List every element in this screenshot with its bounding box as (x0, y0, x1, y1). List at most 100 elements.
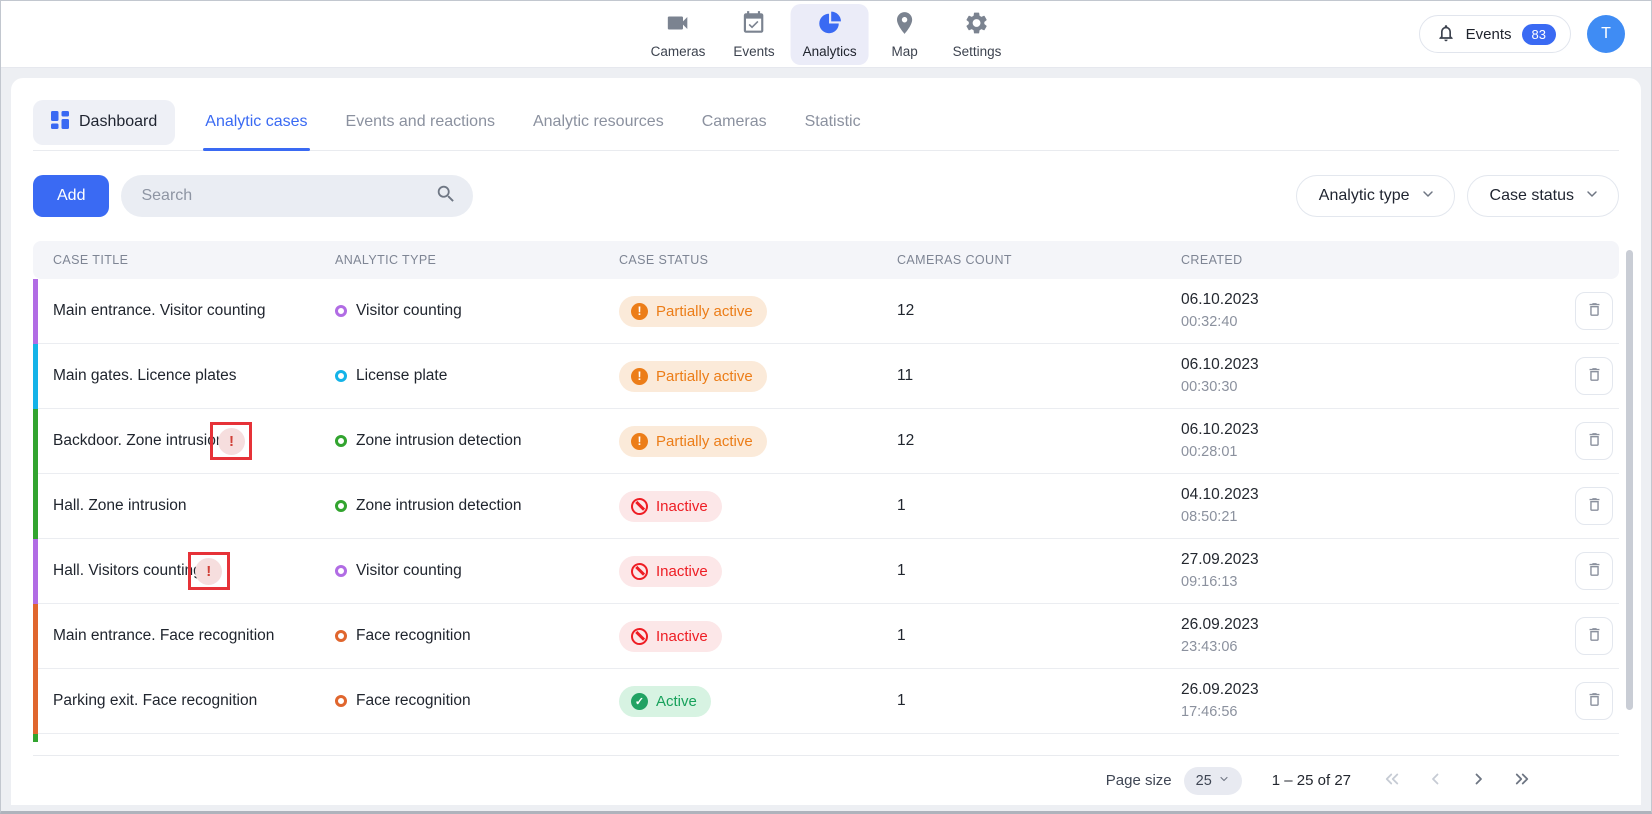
delete-case-button[interactable] (1575, 357, 1613, 395)
row-color-bar (33, 669, 38, 734)
row-color-bar (33, 539, 38, 604)
created-date: 26.09.2023 (1181, 679, 1549, 701)
row-color-bar (33, 474, 38, 539)
status-icon (631, 563, 648, 580)
analytic-type-label: Visitor counting (356, 562, 462, 580)
vertical-scrollbar-thumb[interactable] (1626, 250, 1633, 710)
status-label: Inactive (656, 563, 708, 580)
tabs-row: Dashboard Analytic cases Events and reac… (33, 78, 1619, 150)
tab-analytic-resources[interactable]: Analytic resources (533, 113, 664, 131)
nav-item-map[interactable]: Map (873, 4, 937, 65)
nav-item-events[interactable]: Events (721, 4, 786, 65)
main-nav: Cameras Events Analytics Map (639, 1, 1014, 67)
status-icon (631, 693, 648, 710)
status-label: Partially active (656, 433, 753, 450)
analytic-type-dot (335, 565, 347, 577)
table-row[interactable]: Parking exit. Face recognition Face reco… (33, 669, 1619, 734)
status-label: Partially active (656, 368, 753, 385)
analytic-type-dot (335, 695, 347, 707)
table-row[interactable]: Hall. Zone intrusion Zone intrusion dete… (33, 474, 1619, 539)
error-annotation-box: ! (210, 422, 252, 460)
pagination-footer: Page size 25 1 – 25 of 27 (33, 755, 1619, 805)
pagination-range: 1 – 25 of 27 (1272, 772, 1351, 789)
dashboard-label: Dashboard (79, 113, 157, 131)
created-time: 17:46:56 (1181, 702, 1549, 723)
add-button[interactable]: Add (33, 175, 109, 217)
case-status-filter[interactable]: Case status (1467, 175, 1619, 217)
analytic-type-label: Zone intrusion detection (356, 497, 521, 515)
nav-item-settings[interactable]: Settings (941, 4, 1014, 65)
table-header: CASE TITLE ANALYTIC TYPE CASE STATUS CAM… (33, 241, 1619, 279)
cameras-count: 1 (897, 627, 1181, 645)
trash-icon (1586, 691, 1603, 711)
case-title: Main entrance. Face recognition (53, 627, 274, 645)
filter-label: Analytic type (1319, 187, 1410, 205)
status-label: Partially active (656, 303, 753, 320)
search-input[interactable] (141, 187, 435, 205)
analytic-type-dot (335, 435, 347, 447)
nav-item-analytics[interactable]: Analytics (791, 4, 869, 65)
page-size-select[interactable]: 25 (1184, 767, 1242, 795)
case-title: Main gates. Licence plates (53, 367, 237, 385)
status-badge: Inactive (619, 621, 722, 652)
status-icon (631, 433, 648, 450)
table-body: Main entrance. Visitor counting Visitor … (33, 279, 1619, 734)
case-title: Hall. Visitors counting (53, 562, 202, 580)
status-badge: Active (619, 686, 711, 717)
analytic-type-label: Face recognition (356, 627, 471, 645)
analytic-type-filter[interactable]: Analytic type (1296, 175, 1455, 217)
created-time: 00:32:40 (1181, 312, 1549, 333)
chevron-down-icon (1420, 186, 1436, 207)
page-size-group: Page size 25 (1106, 767, 1242, 795)
table-row[interactable]: Hall. Visitors counting ! Visitor counti… (33, 539, 1619, 604)
delete-case-button[interactable] (1575, 617, 1613, 655)
app-window: Cameras Events Analytics Map (0, 0, 1652, 814)
chevron-down-icon (1584, 186, 1600, 207)
created-time: 00:28:01 (1181, 442, 1549, 463)
cases-table: CASE TITLE ANALYTIC TYPE CASE STATUS CAM… (33, 241, 1619, 742)
trash-icon (1586, 366, 1603, 386)
error-exclamation-icon: ! (195, 558, 222, 585)
analytic-type-dot (335, 370, 347, 382)
app-header: Cameras Events Analytics Map (1, 1, 1651, 68)
first-page-button[interactable] (1381, 770, 1403, 791)
header-right: Events 83 T (1419, 15, 1651, 53)
column-header-case-title: CASE TITLE (53, 253, 335, 267)
avatar[interactable]: T (1587, 15, 1625, 53)
toolbar: Add Analytic type Case status (33, 175, 1619, 217)
previous-page-button[interactable] (1427, 770, 1445, 791)
tab-cameras[interactable]: Cameras (702, 113, 767, 131)
column-header-case-status: CASE STATUS (619, 253, 897, 267)
delete-case-button[interactable] (1575, 422, 1613, 460)
nav-label: Events (733, 44, 774, 59)
table-row[interactable]: Backdoor. Zone intrusion ! Zone intrusio… (33, 409, 1619, 474)
search-icon[interactable] (435, 183, 457, 210)
table-row[interactable]: Main entrance. Visitor counting Visitor … (33, 279, 1619, 344)
dashboard-button[interactable]: Dashboard (33, 100, 175, 145)
last-page-button[interactable] (1511, 770, 1533, 791)
nav-item-cameras[interactable]: Cameras (639, 4, 718, 65)
next-page-button[interactable] (1469, 770, 1487, 791)
status-label: Active (656, 693, 697, 710)
delete-case-button[interactable] (1575, 487, 1613, 525)
row-color-bar (33, 344, 38, 409)
status-badge: Partially active (619, 426, 767, 457)
tab-statistic[interactable]: Statistic (805, 113, 861, 131)
tab-analytic-cases[interactable]: Analytic cases (205, 113, 307, 131)
events-notifications-button[interactable]: Events 83 (1419, 15, 1571, 53)
created-time: 23:43:06 (1181, 637, 1549, 658)
status-icon (631, 303, 648, 320)
nav-label: Analytics (803, 44, 857, 59)
search-box (121, 175, 473, 217)
delete-case-button[interactable] (1575, 292, 1613, 330)
table-row[interactable]: Main entrance. Face recognition Face rec… (33, 604, 1619, 669)
row-color-bar (33, 604, 38, 669)
status-badge: Partially active (619, 296, 767, 327)
table-row[interactable]: Main gates. Licence plates License plate… (33, 344, 1619, 409)
trash-icon (1586, 561, 1603, 581)
tab-events-and-reactions[interactable]: Events and reactions (346, 113, 495, 131)
delete-case-button[interactable] (1575, 552, 1613, 590)
status-label: Inactive (656, 498, 708, 515)
created-time: 08:50:21 (1181, 507, 1549, 528)
delete-case-button[interactable] (1575, 682, 1613, 720)
